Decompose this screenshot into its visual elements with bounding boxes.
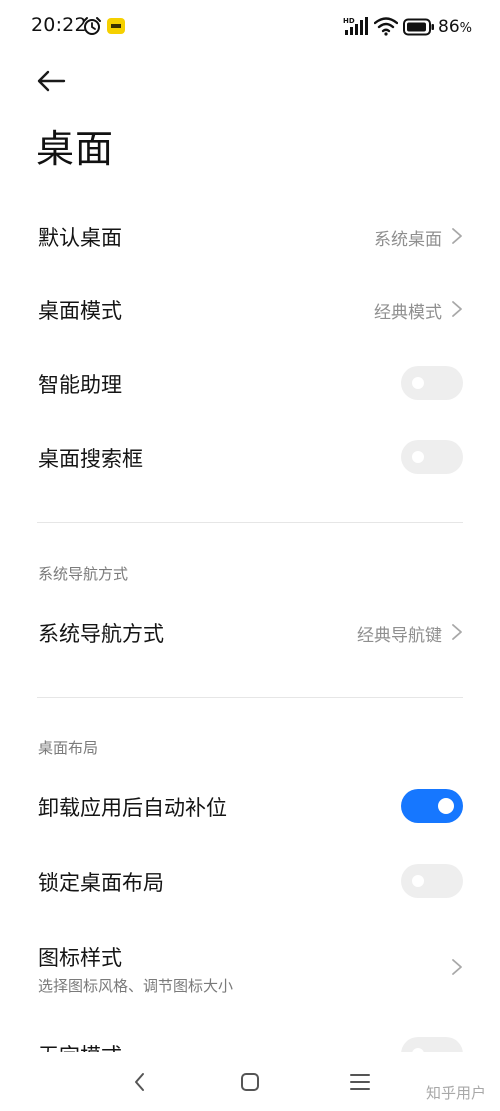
- arrow-left-icon: [37, 70, 66, 92]
- divider: [37, 697, 463, 698]
- toggle-knob: [438, 798, 454, 814]
- hd-signal-icon: HD: [343, 17, 368, 35]
- chevron-right-icon: [452, 301, 462, 317]
- auto-fill-toggle[interactable]: [401, 789, 463, 823]
- row-label: 智能助理: [38, 373, 122, 397]
- row-label: 卸载应用后自动补位: [38, 796, 227, 820]
- row-lock-layout[interactable]: 锁定桌面布局: [0, 845, 500, 917]
- chevron-right-icon: [452, 624, 462, 640]
- nav-back-icon[interactable]: [128, 1070, 152, 1094]
- row-auto-fill[interactable]: 卸载应用后自动补位: [0, 770, 500, 842]
- battery-icon: [403, 18, 434, 36]
- back-button[interactable]: [34, 64, 68, 98]
- row-nav-mode[interactable]: 系统导航方式 经典导航键: [0, 596, 500, 668]
- toggle-knob: [412, 377, 424, 389]
- page-title: 桌面: [36, 127, 115, 171]
- row-smart-assistant[interactable]: 智能助理: [0, 347, 500, 419]
- row-search-bar[interactable]: 桌面搜索框: [0, 421, 500, 493]
- alarm-icon: [83, 17, 101, 35]
- row-label: 锁定桌面布局: [38, 871, 164, 895]
- wifi-icon: [374, 17, 398, 36]
- notification-app-icon: [107, 18, 125, 34]
- lock-layout-toggle[interactable]: [401, 864, 463, 898]
- svg-text:HD: HD: [343, 17, 355, 25]
- row-label: 桌面模式: [38, 299, 122, 323]
- row-value: 经典导航键: [357, 626, 442, 646]
- nav-menu-icon[interactable]: [348, 1070, 372, 1094]
- row-label: 系统导航方式: [38, 622, 164, 646]
- smart-assistant-toggle[interactable]: [401, 366, 463, 400]
- chevron-right-icon: [452, 228, 462, 244]
- toggle-knob: [412, 451, 424, 463]
- status-bar: 20:22 HD 86%: [0, 0, 500, 54]
- row-label: 图标样式: [38, 946, 122, 970]
- section-header-nav: 系统导航方式: [38, 565, 129, 583]
- row-icon-style[interactable]: 图标样式 选择图标风格、调节图标大小: [0, 922, 500, 1012]
- toggle-knob: [412, 875, 424, 887]
- watermark: 知乎用户: [425, 1084, 486, 1102]
- divider: [37, 522, 463, 523]
- search-bar-toggle[interactable]: [401, 440, 463, 474]
- battery-level: 86%: [438, 17, 472, 37]
- row-launcher-mode[interactable]: 桌面模式 经典模式: [0, 273, 500, 345]
- row-subtitle: 选择图标风格、调节图标大小: [38, 977, 234, 995]
- status-time: 20:22: [31, 14, 87, 36]
- row-default-launcher[interactable]: 默认桌面 系统桌面: [0, 200, 500, 272]
- row-value: 经典模式: [374, 303, 442, 323]
- section-header-layout: 桌面布局: [38, 739, 99, 757]
- row-label: 桌面搜索框: [38, 447, 143, 471]
- chevron-right-icon: [452, 959, 462, 975]
- row-value: 系统桌面: [374, 230, 442, 250]
- row-label: 默认桌面: [38, 226, 122, 250]
- nav-home-icon[interactable]: [238, 1070, 262, 1094]
